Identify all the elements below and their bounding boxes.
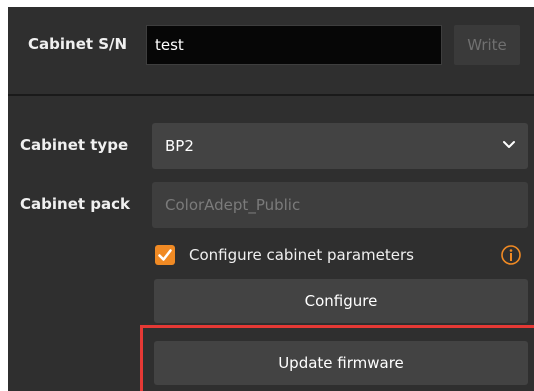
update-firmware-button[interactable]: Update firmware <box>154 341 528 385</box>
cabinet-sn-input[interactable]: test <box>146 25 442 65</box>
checkmark-icon <box>158 249 172 261</box>
cabinet-type-label: Cabinet type <box>20 136 129 154</box>
write-button[interactable]: Write <box>454 25 520 65</box>
info-icon[interactable] <box>500 244 522 266</box>
cabinet-pack-label: Cabinet pack <box>20 195 130 213</box>
cabinet-pack-field[interactable]: ColorAdept_Public <box>152 182 528 228</box>
screenshot-stage: Cabinet S/N test Write Cabinet type BP2 … <box>0 0 534 391</box>
chevron-down-icon <box>503 141 515 148</box>
cabinet-sn-label: Cabinet S/N <box>28 35 128 53</box>
cabinet-type-select[interactable]: BP2 <box>152 123 528 169</box>
configure-params-checkbox[interactable] <box>155 245 175 265</box>
configure-params-label: Configure cabinet parameters <box>189 246 414 264</box>
cabinet-type-value: BP2 <box>165 137 194 155</box>
section-divider <box>8 94 534 96</box>
configure-button[interactable]: Configure <box>154 279 528 323</box>
